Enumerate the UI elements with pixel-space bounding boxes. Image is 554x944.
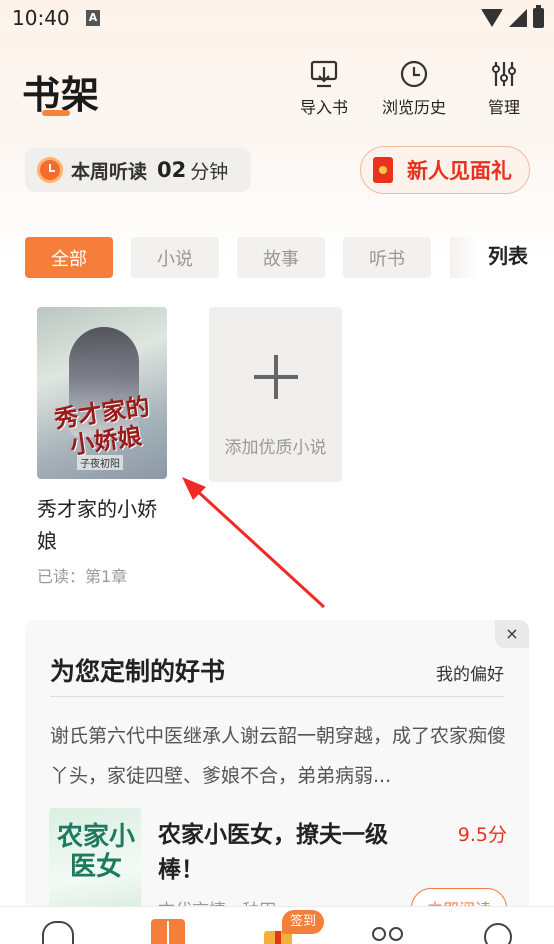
recommended-cover-text: 农家小医女 bbox=[56, 822, 135, 882]
cellular-signal-icon bbox=[509, 9, 527, 27]
sliders-icon bbox=[488, 58, 520, 90]
battery-icon bbox=[533, 5, 544, 28]
history-label: 浏览历史 bbox=[382, 98, 447, 117]
profile-icon bbox=[484, 923, 512, 944]
tab-story[interactable]: 故事 bbox=[237, 237, 325, 278]
gift-label: 新人见面礼 bbox=[407, 159, 512, 183]
status-time: 10:40 bbox=[12, 6, 70, 30]
header-actions: 导入书 浏览历史 管理 bbox=[294, 58, 534, 118]
bottom-nav bbox=[0, 906, 554, 944]
tab-fade bbox=[450, 237, 480, 278]
recommended-book-score: 9.5分 bbox=[457, 824, 507, 846]
recommendation-card: × 为您定制的好书 我的偏好 谢氏第六代中医继承人谢云韶一朝穿越，成了农家痴傻丫… bbox=[25, 620, 529, 944]
book-title: 秀才家的小娇娘 bbox=[37, 497, 157, 553]
shelf-book[interactable]: 秀才家的小娇娘 子夜初阳 秀才家的小娇娘 已读：第1章 bbox=[37, 307, 167, 587]
tab-audiobook[interactable]: 听书 bbox=[343, 237, 431, 278]
category-grid-icon bbox=[372, 927, 408, 941]
listen-clock-icon bbox=[37, 157, 63, 183]
new-user-gift-button[interactable]: 新人见面礼 bbox=[360, 146, 530, 194]
history-clock-icon bbox=[398, 58, 430, 90]
divider bbox=[50, 696, 504, 697]
listen-unit: 分钟 bbox=[190, 160, 229, 183]
list-view-toggle[interactable]: 列表 bbox=[486, 240, 528, 269]
my-preferences-link[interactable]: 我的偏好 bbox=[436, 660, 504, 685]
recommendation-title: 为您定制的好书 bbox=[50, 657, 226, 686]
add-book-label: 添加优质小说 bbox=[224, 438, 327, 458]
status-icons bbox=[481, 5, 544, 28]
tab-all[interactable]: 全部 bbox=[25, 237, 113, 278]
nav-bookshelf[interactable] bbox=[148, 915, 188, 944]
recommendation-description: 谢氏第六代中医继承人谢云韶一朝穿越，成了农家痴傻丫头，家徒四壁、爹娘不合，弟弟病… bbox=[50, 725, 507, 787]
status-bar: 10:40 A bbox=[0, 0, 554, 38]
cover-title: 秀才家的小娇娘 bbox=[52, 391, 152, 460]
book-progress: 已读：第1章 bbox=[37, 567, 128, 586]
recommended-book-title[interactable]: 农家小医女，撩夫一级棒！ bbox=[158, 818, 428, 888]
nav-profile[interactable] bbox=[478, 915, 518, 944]
nav-home[interactable] bbox=[38, 915, 78, 944]
title-underline bbox=[42, 110, 70, 116]
cover-author: 子夜初阳 bbox=[77, 455, 123, 470]
red-envelope-icon bbox=[373, 157, 393, 183]
category-tabs: 全部 小说 故事 听书 bbox=[25, 237, 431, 278]
notification-icon: A bbox=[86, 10, 100, 26]
weekly-listen-stats[interactable]: 本周听读 02 分钟 bbox=[25, 148, 251, 192]
listen-label: 本周听读 bbox=[71, 160, 148, 183]
listen-minutes: 02 bbox=[157, 158, 187, 182]
add-book-button[interactable]: 添加优质小说 bbox=[209, 307, 342, 482]
home-icon bbox=[42, 921, 74, 944]
plus-icon bbox=[253, 355, 298, 399]
bookshelf-icon bbox=[151, 919, 185, 944]
close-recommendation-button[interactable]: × bbox=[495, 620, 529, 648]
manage-button[interactable]: 管理 bbox=[474, 58, 534, 118]
import-icon bbox=[308, 58, 340, 90]
history-button[interactable]: 浏览历史 bbox=[382, 58, 447, 118]
nav-category[interactable] bbox=[368, 915, 408, 944]
book-cover: 秀才家的小娇娘 子夜初阳 bbox=[37, 307, 167, 479]
import-book-button[interactable]: 导入书 bbox=[294, 58, 354, 118]
tab-novel[interactable]: 小说 bbox=[131, 237, 219, 278]
import-book-label: 导入书 bbox=[299, 98, 348, 117]
manage-label: 管理 bbox=[487, 98, 520, 117]
wifi-icon bbox=[481, 9, 503, 27]
sign-in-badge[interactable]: 签到 bbox=[282, 910, 324, 934]
